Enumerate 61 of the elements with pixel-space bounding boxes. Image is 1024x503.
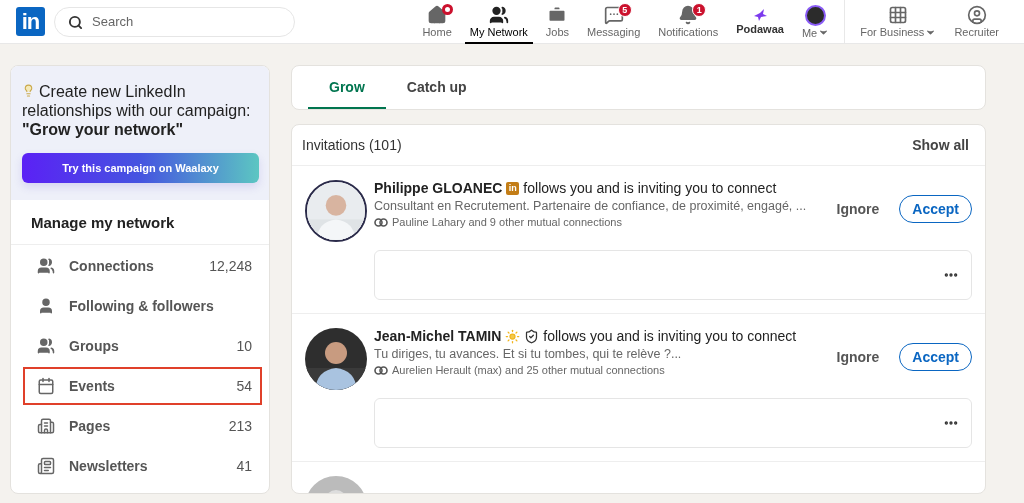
nav-item[interactable]: Messaging 5 <box>582 0 646 44</box>
people-icon <box>37 257 55 275</box>
promo-text: Create new LinkedIn relationships with our campaign: "Grow your network" <box>22 82 252 139</box>
notification-dot <box>442 3 454 15</box>
building-icon <box>37 417 55 435</box>
home-icon <box>427 5 448 25</box>
network-item[interactable]: Newsletters 41 <box>23 447 262 485</box>
mutual-connections: Pauline Lahary and 9 other mutual connections <box>392 216 622 228</box>
nav-item[interactable]: Me <box>796 0 835 44</box>
recruiter-icon <box>966 5 987 25</box>
shield-icon <box>524 328 540 344</box>
section-title: Manage my network <box>11 200 269 245</box>
accept-button[interactable]: Accept <box>899 343 972 371</box>
nav-item[interactable]: Home <box>417 0 457 44</box>
nav-item[interactable]: Recruiter <box>949 0 1004 44</box>
calendar-icon <box>37 377 55 395</box>
ignore-button[interactable]: Ignore <box>830 348 886 366</box>
count-badge: 1 <box>692 2 707 17</box>
headline: Consultant en Recrutement. Partenaire de confiance, de proximité, engagé, ... <box>374 199 808 213</box>
nav-item[interactable]: Jobs <box>540 0 575 44</box>
mutual-icon <box>374 217 388 227</box>
group-icon <box>37 337 55 355</box>
network-item[interactable]: Connections 12,248 <box>23 247 262 285</box>
avatar-icon <box>805 4 827 26</box>
linkedin-logo[interactable]: in <box>16 7 45 36</box>
person-name[interactable]: Philippe GLOANEC <box>374 180 503 196</box>
mutual-connections: Aurelien Herault (max) and 25 other mutual connections <box>392 364 665 376</box>
sun-icon <box>505 328 521 344</box>
headline: Tu diriges, tu avances. Et si tu tombes, qui te relève ?... <box>374 347 683 361</box>
grid-icon <box>888 5 909 25</box>
nav-item[interactable]: My Network <box>464 0 533 44</box>
newsletter-icon <box>37 457 55 475</box>
chat-icon <box>603 5 624 25</box>
briefcase-icon <box>547 5 568 25</box>
lightbulb-icon <box>22 84 35 97</box>
accept-button[interactable]: Accept <box>899 195 972 223</box>
tab[interactable]: Grow <box>308 66 386 109</box>
search-icon <box>68 14 83 30</box>
network-item[interactable]: Following & followers <box>23 287 262 325</box>
campaign-button[interactable]: Try this campaign on Waalaxy <box>22 153 259 183</box>
people-icon <box>488 5 509 25</box>
invite-message: follows you and is inviting you to connect <box>543 328 797 344</box>
nav-item[interactable]: For Business <box>855 0 942 44</box>
caret-icon <box>818 27 830 38</box>
tab[interactable]: Catch up <box>385 66 488 109</box>
person-name[interactable]: Jean-Michel TAMIN <box>374 328 502 344</box>
nav-item[interactable]: Podawaa <box>731 0 789 44</box>
network-item[interactable]: Groups 10 <box>23 327 262 365</box>
network-item[interactable]: Pages 213 <box>23 407 262 445</box>
person-icon <box>37 297 55 315</box>
mutual-icon <box>374 365 388 375</box>
invite-message: follows you and is inviting you to connect <box>523 180 777 196</box>
ignore-button[interactable]: Ignore <box>830 200 886 218</box>
nav-item[interactable]: Notifications 1 <box>653 0 724 44</box>
bell-icon <box>678 5 699 25</box>
network-item[interactable]: Events 54 <box>23 367 262 405</box>
show-all-link[interactable]: Show all <box>912 137 969 153</box>
premium-badge: in <box>506 181 520 195</box>
count-badge: 5 <box>617 2 632 17</box>
invitations-title: Invitations (101) <box>302 137 402 153</box>
search-field[interactable]: Search <box>54 6 295 37</box>
